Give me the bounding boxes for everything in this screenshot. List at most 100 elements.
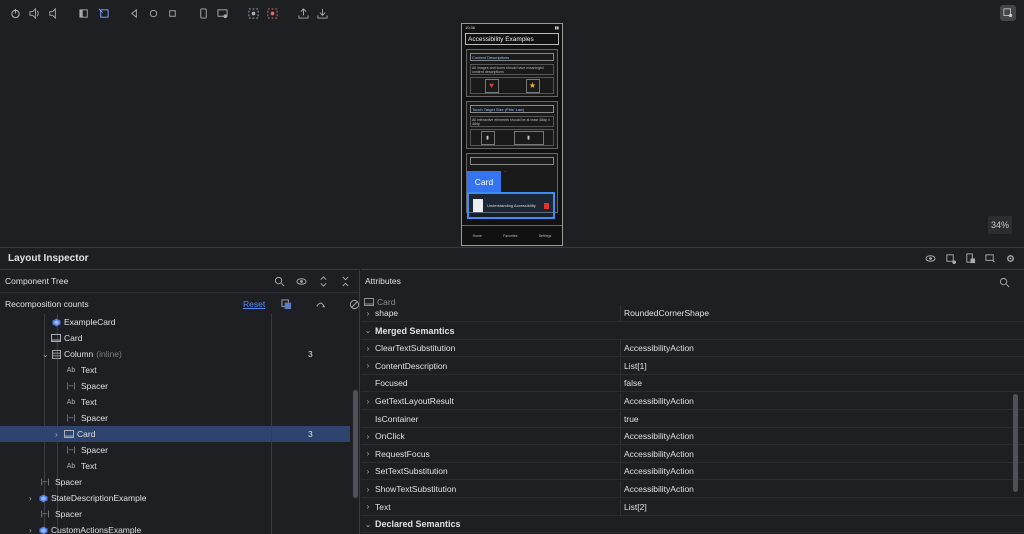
attribute-row[interactable]: › ContentDescription List[1]	[361, 357, 1024, 375]
chevron-right-icon[interactable]: ›	[361, 485, 375, 494]
fold-icon[interactable]	[196, 6, 211, 21]
nav-favorites[interactable]: Favorites	[503, 234, 517, 238]
attribute-value: RoundedCornerShape	[624, 308, 710, 318]
gear-icon[interactable]	[1004, 252, 1016, 264]
search-icon[interactable]	[997, 275, 1012, 290]
screen-record-icon[interactable]	[246, 6, 261, 21]
block-icon[interactable]	[347, 297, 362, 312]
tree-row[interactable]: |--| Spacer	[0, 442, 350, 458]
snapshot-export-icon[interactable]	[964, 252, 976, 264]
home-icon[interactable]	[146, 6, 161, 21]
chevron-down-icon[interactable]: ⌄	[361, 326, 375, 335]
attribute-row[interactable]: › OnClick AccessibilityAction	[361, 428, 1024, 446]
export-icon[interactable]	[296, 6, 311, 21]
attribute-value: List[2]	[624, 501, 647, 512]
attribute-row[interactable]: IsContainer true	[361, 410, 1024, 428]
rotate-right-icon[interactable]	[96, 6, 111, 21]
attribute-row[interactable]: › ClearTextSubstitution AccessibilityActio…	[361, 340, 1024, 358]
tree-row[interactable]: › Card 3	[0, 426, 350, 442]
tree-row[interactable]: ⌄ Column (inline) 3	[0, 346, 350, 362]
back-icon[interactable]	[127, 6, 142, 21]
selected-card-highlight[interactable]: Understanding Accessibility	[467, 192, 555, 219]
attribute-row[interactable]: › Text List[2]	[361, 498, 1024, 516]
tree-row-label: Column	[64, 349, 94, 359]
chevron-down-icon[interactable]: ⌄	[361, 520, 375, 529]
chevron-right-icon[interactable]: ›	[361, 309, 375, 318]
expand-all-icon[interactable]	[316, 274, 331, 289]
select-device-icon[interactable]	[984, 252, 996, 264]
attribute-name: Merged Semantics	[375, 325, 455, 336]
attribute-divider	[620, 481, 621, 498]
attribute-value: AccessibilityAction	[624, 343, 694, 354]
tree-scrollbar[interactable]	[353, 390, 358, 498]
volume-down-icon[interactable]	[46, 6, 61, 21]
view-options-icon[interactable]	[294, 274, 309, 289]
copy-icon[interactable]	[279, 297, 294, 312]
rotate-left-icon[interactable]	[77, 6, 92, 21]
chevron-right-icon[interactable]: ›	[55, 430, 64, 439]
star-icon[interactable]: ★	[525, 78, 540, 93]
chevron-right-icon[interactable]: ›	[361, 361, 375, 370]
attribute-row[interactable]: › SetTextSubstitution AccessibilityAction	[361, 463, 1024, 481]
tree-row[interactable]: |--| Spacer	[0, 506, 350, 522]
tree-row[interactable]: |--| Spacer	[0, 410, 350, 426]
tree-row[interactable]: Ab Text	[0, 458, 350, 474]
chevron-right-icon[interactable]: ›	[361, 467, 375, 476]
attribute-row[interactable]: Focused false	[361, 375, 1024, 393]
nav-home[interactable]: Home	[473, 234, 482, 238]
tree-row[interactable]: Card	[0, 330, 350, 346]
chevron-right-icon[interactable]: ›	[361, 432, 375, 441]
search-icon[interactable]	[272, 274, 287, 289]
nav-settings[interactable]: Settings	[539, 234, 552, 238]
chevron-right-icon[interactable]: ›	[361, 502, 375, 511]
tree-row[interactable]: |--| Spacer	[0, 474, 350, 490]
status-time: 10:36	[465, 25, 476, 30]
section-header: Content Descriptions	[470, 53, 554, 61]
long-press-button[interactable]: ▮	[513, 130, 544, 145]
text-icon: Ab	[66, 366, 76, 374]
chevron-right-icon[interactable]: ›	[361, 449, 375, 458]
chevron-right-icon[interactable]: ›	[361, 397, 375, 406]
attributes-scrollbar[interactable]	[1013, 394, 1018, 492]
layout-inspector-title: Layout Inspector	[8, 253, 89, 264]
heart-icon[interactable]: ♥	[484, 78, 499, 93]
volume-up-icon[interactable]	[27, 6, 42, 21]
attribute-row[interactable]: › GetTextLayoutResult AccessibilityAction	[361, 393, 1024, 410]
snapshot-icon[interactable]	[215, 6, 230, 21]
device-settings-icon[interactable]	[1000, 5, 1016, 21]
download-icon[interactable]	[315, 6, 330, 21]
like-button[interactable]: ▮	[480, 130, 495, 145]
attribute-row[interactable]: › shape RoundedCornerShape	[361, 305, 1024, 322]
text-icon: Ab	[66, 398, 76, 406]
eye-icon[interactable]	[924, 252, 936, 264]
attribute-divider	[620, 375, 621, 393]
chevron-right-icon[interactable]: ›	[361, 344, 375, 353]
section-header	[470, 157, 554, 165]
reset-link[interactable]: Reset	[243, 299, 265, 309]
attribute-group[interactable]: ⌄ Declared Semantics	[361, 516, 1024, 534]
overview-icon[interactable]	[165, 6, 180, 21]
chevron-right-icon[interactable]: ›	[29, 494, 38, 503]
tree-row-label: Spacer	[81, 445, 108, 455]
collapse-all-icon[interactable]	[338, 274, 353, 289]
screenshot-icon[interactable]	[265, 6, 280, 21]
button-row: ▮ ▮	[470, 129, 554, 146]
attribute-row[interactable]: › RequestFocus AccessibilityAction	[361, 445, 1024, 463]
skipped-icon[interactable]	[313, 297, 328, 312]
power-icon[interactable]	[8, 6, 23, 21]
chevron-right-icon[interactable]: ›	[29, 526, 38, 534]
attribute-group[interactable]: ⌄ Merged Semantics	[361, 323, 1024, 340]
chevron-down-icon[interactable]: ⌄	[42, 350, 51, 359]
tree-row[interactable]: ExampleCard	[0, 314, 350, 330]
refresh-layout-icon[interactable]	[944, 252, 956, 264]
tree-row[interactable]: |--| Spacer	[0, 378, 350, 394]
tree-row[interactable]: › CustomActionsExample	[0, 522, 350, 534]
tree-row[interactable]: Ab Text	[0, 362, 350, 378]
attribute-row[interactable]: › ShowTextSubstitution AccessibilityAction	[361, 481, 1024, 498]
zoom-level[interactable]: 34%	[988, 216, 1012, 234]
tree-row[interactable]: › StateDescriptionExample	[0, 490, 350, 506]
recomposition-count: 3	[308, 429, 313, 439]
tree-row-label: Card	[77, 429, 96, 439]
tree-row[interactable]: Ab Text	[0, 394, 350, 410]
card-icon	[64, 430, 74, 439]
